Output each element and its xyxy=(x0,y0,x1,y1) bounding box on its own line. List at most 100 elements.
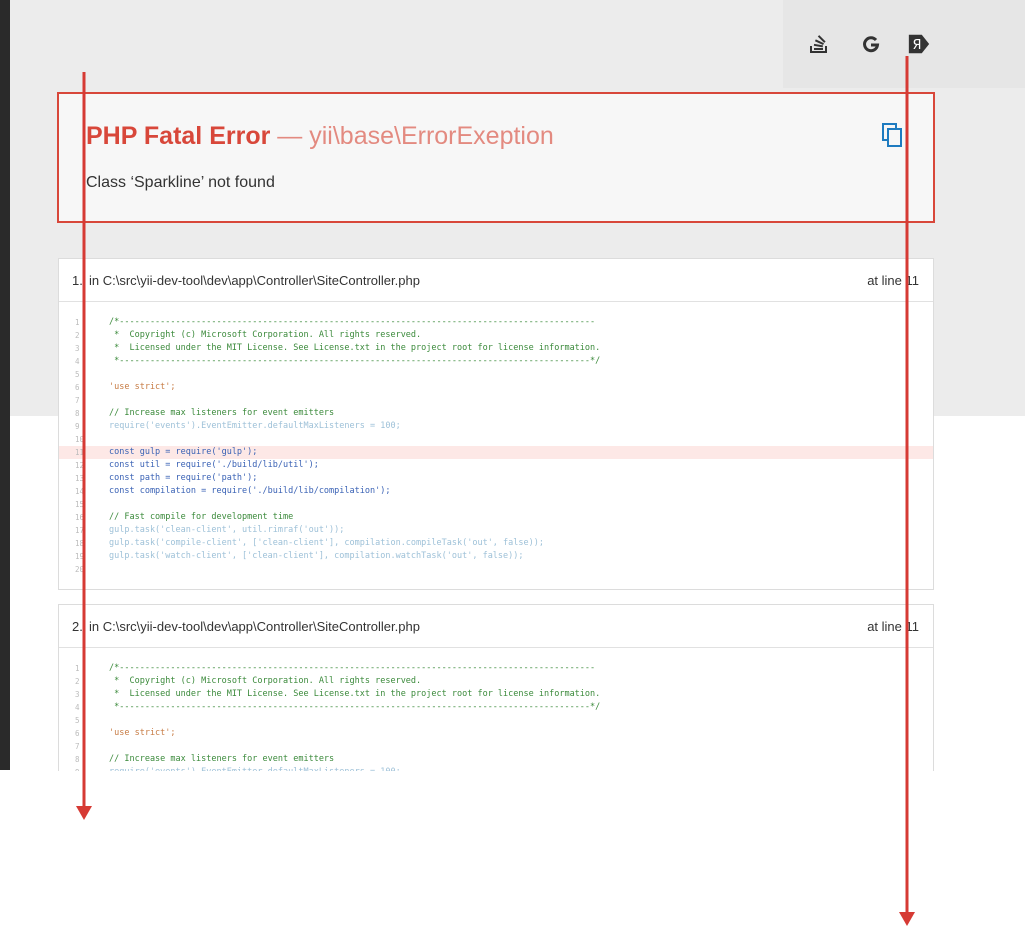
code-line: 5 xyxy=(59,714,933,727)
code-text: gulp.task('compile-client', ['clean-clie… xyxy=(109,538,544,548)
error-exception-class: yii\base\ErrorExeption xyxy=(309,122,554,150)
code-line: 12 const util = require('./build/lib/util… xyxy=(59,459,933,472)
code-line: 4 *-------------------------------------… xyxy=(59,701,933,714)
left-edge-strip xyxy=(0,0,10,770)
line-number: 6 xyxy=(75,729,80,738)
code-line: 4 *-------------------------------------… xyxy=(59,355,933,368)
code-line: 11 const gulp = require('gulp'); xyxy=(59,446,933,459)
code-line: 1 /*-------------------------------------… xyxy=(59,662,933,675)
code-line: 19 gulp.task('watch-client', ['clean-clie… xyxy=(59,550,933,563)
line-number: 1 xyxy=(75,664,80,673)
google-icon[interactable] xyxy=(859,32,883,56)
trace-file-path: in C:\src\yii-dev-tool\dev\app\Controlle… xyxy=(89,619,420,634)
code-text: 'use strict'; xyxy=(109,728,176,738)
error-message: Class ‘Sparkline’ not found xyxy=(86,174,275,191)
yandex-glyph: Я xyxy=(913,38,922,53)
yandex-icon[interactable]: Я xyxy=(907,32,931,56)
line-number: 17 xyxy=(75,526,85,535)
code-text: const path = require('path'); xyxy=(109,473,258,483)
line-number: 12 xyxy=(75,461,85,470)
line-number: 1 xyxy=(75,318,80,327)
code-line: 13 const path = require('path'); xyxy=(59,472,933,485)
line-number: 13 xyxy=(75,474,85,483)
trace-line-label: at line 11 xyxy=(867,273,919,288)
line-number: 15 xyxy=(75,500,85,509)
code-line: 8 // Increase max listeners for event emi… xyxy=(59,753,933,766)
code-text: // Increase max listeners for event emit… xyxy=(109,408,335,418)
code-line: 17 gulp.task('clean-client', util.rimraf(… xyxy=(59,524,933,537)
line-number: 19 xyxy=(75,552,85,561)
code-line: 16 // Fast compile for development time xyxy=(59,511,933,524)
code-line: 3 * Licensed under the MIT License. See … xyxy=(59,342,933,355)
line-number: 5 xyxy=(75,716,80,725)
code-text: require('events').EventEmitter.defaultMa… xyxy=(109,421,401,431)
code-text: // Increase max listeners for event emit… xyxy=(109,754,335,764)
code-text: *---------------------------------------… xyxy=(109,356,601,366)
line-number: 7 xyxy=(75,396,80,405)
code-line: 15 xyxy=(59,498,933,511)
code-line: 6 'use strict'; xyxy=(59,727,933,740)
stackoverflow-icon[interactable] xyxy=(807,32,831,56)
stack-trace-frame[interactable]: 2. in C:\src\yii-dev-tool\dev\app\Contro… xyxy=(58,604,934,771)
line-number: 9 xyxy=(75,422,80,431)
code-line: 1 /*-------------------------------------… xyxy=(59,316,933,329)
code-line: 9 require('events').EventEmitter.defaultM… xyxy=(59,766,933,771)
code-line: 20 xyxy=(59,563,933,576)
code-line: 3 * Licensed under the MIT License. See … xyxy=(59,688,933,701)
line-number: 6 xyxy=(75,383,80,392)
line-number: 3 xyxy=(75,344,80,353)
line-number: 5 xyxy=(75,370,80,379)
line-number: 18 xyxy=(75,539,85,548)
code-text: *---------------------------------------… xyxy=(109,702,601,712)
line-number: 3 xyxy=(75,690,80,699)
code-text: const util = require('./build/lib/util')… xyxy=(109,460,319,470)
line-number: 2 xyxy=(75,331,80,340)
line-number: 9 xyxy=(75,768,80,771)
scroll-arrowhead-right xyxy=(899,912,915,926)
code-text: gulp.task('watch-client', ['clean-client… xyxy=(109,551,524,561)
error-panel: PHP Fatal Error — yii\base\ErrorExeption… xyxy=(57,92,935,223)
code-text: require('events').EventEmitter.defaultMa… xyxy=(109,767,401,771)
trace-header[interactable]: 1. in C:\src\yii-dev-tool\dev\app\Contro… xyxy=(59,259,933,302)
code-line: 6 'use strict'; xyxy=(59,381,933,394)
error-type: PHP Fatal Error xyxy=(86,122,271,150)
code-snippet: 1 /*-------------------------------------… xyxy=(59,648,933,771)
code-text: /*--------------------------------------… xyxy=(109,317,596,327)
error-separator: — xyxy=(277,122,303,150)
trace-number: 2. xyxy=(72,619,83,634)
stack-trace-frame[interactable]: 1. in C:\src\yii-dev-tool\dev\app\Contro… xyxy=(58,258,934,590)
line-number: 10 xyxy=(75,435,85,444)
code-line: 2 * Copyright (c) Microsoft Corporation.… xyxy=(59,675,933,688)
code-text: * Copyright (c) Microsoft Corporation. A… xyxy=(109,676,422,686)
code-line: 10 xyxy=(59,433,933,446)
code-text: /*--------------------------------------… xyxy=(109,663,596,673)
trace-number: 1. xyxy=(72,273,83,288)
code-text: gulp.task('clean-client', util.rimraf('o… xyxy=(109,525,345,535)
copy-icon[interactable] xyxy=(881,122,903,148)
line-number: 4 xyxy=(75,703,80,712)
line-number: 4 xyxy=(75,357,80,366)
code-line: 8 // Increase max listeners for event emi… xyxy=(59,407,933,420)
code-line: 18 gulp.task('compile-client', ['clean-cl… xyxy=(59,537,933,550)
line-number: 8 xyxy=(75,409,80,418)
code-text: * Copyright (c) Microsoft Corporation. A… xyxy=(109,330,422,340)
trace-file-path: in C:\src\yii-dev-tool\dev\app\Controlle… xyxy=(89,273,420,288)
trace-header[interactable]: 2. in C:\src\yii-dev-tool\dev\app\Contro… xyxy=(59,605,933,648)
trace-line-label: at line 11 xyxy=(867,619,919,634)
code-line: 9 require('events').EventEmitter.defaultM… xyxy=(59,420,933,433)
code-text: * Licensed under the MIT License. See Li… xyxy=(109,689,601,699)
line-number: 8 xyxy=(75,755,80,764)
code-line: 14 const compilation = require('./build/l… xyxy=(59,485,933,498)
scroll-arrowhead-left xyxy=(76,806,92,820)
code-line: 7 xyxy=(59,394,933,407)
line-number: 2 xyxy=(75,677,80,686)
code-text: const gulp = require('gulp'); xyxy=(109,447,258,457)
line-number: 11 xyxy=(75,448,85,457)
code-snippet: 1 /*-------------------------------------… xyxy=(59,302,933,588)
code-text: // Fast compile for development time xyxy=(109,512,294,522)
code-line: 2 * Copyright (c) Microsoft Corporation.… xyxy=(59,329,933,342)
code-text: const compilation = require('./build/lib… xyxy=(109,486,391,496)
code-text: 'use strict'; xyxy=(109,382,176,392)
line-number: 20 xyxy=(75,565,85,574)
line-number: 16 xyxy=(75,513,85,522)
